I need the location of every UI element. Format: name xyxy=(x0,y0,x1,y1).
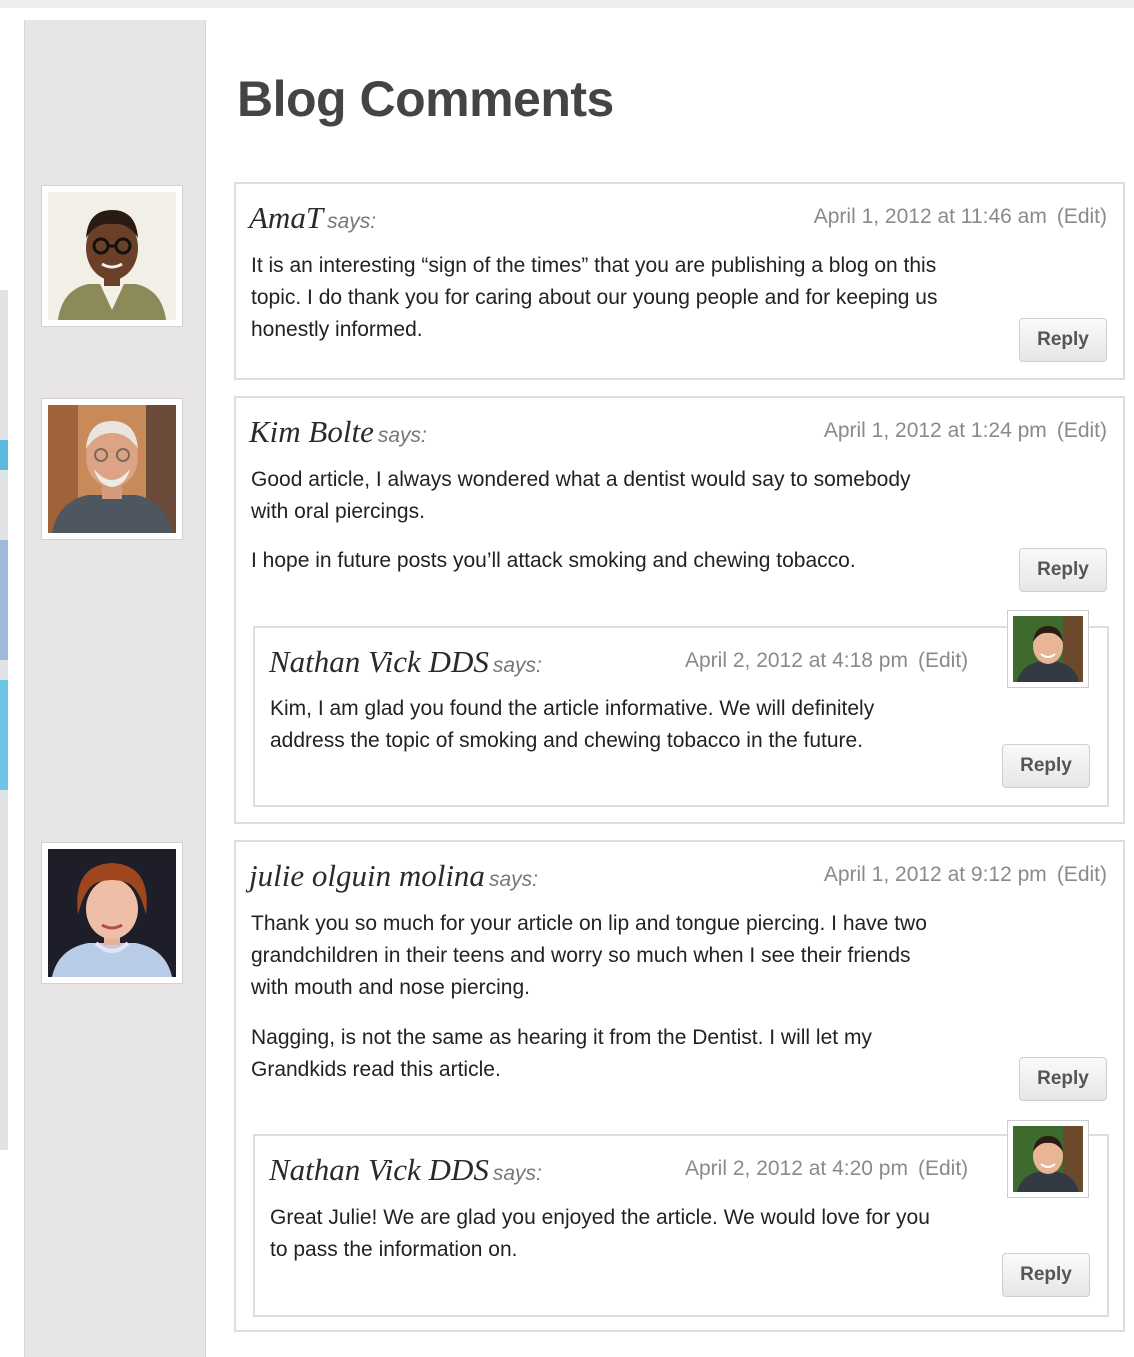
comment-amat: AmaT says: April 1, 2012 at 11:46 am (Edit… xyxy=(234,182,1125,380)
edit-link[interactable]: (Edit) xyxy=(1057,863,1107,886)
reply-comment-nathan-vick: Nathan Vick DDS says: April 2, 2012 at 4:… xyxy=(253,626,1109,807)
reply-button[interactable]: Reply xyxy=(1002,744,1090,788)
avatar-nathan-vick[interactable] xyxy=(1007,610,1089,688)
comment-text: Great Julie! We are glad you enjoyed the… xyxy=(270,1206,930,1261)
comment-timestamp[interactable]: April 1, 2012 at 1:24 pm xyxy=(824,419,1047,442)
comment-julie-olguin-molina: julie olguin molina says: April 1, 2012 a… xyxy=(234,840,1125,1332)
comment-author: julie olguin molina says: xyxy=(249,858,538,893)
comment-author: Nathan Vick DDS says: xyxy=(269,1152,542,1187)
comment-text: Thank you so much for your article on li… xyxy=(251,912,927,999)
reply-button[interactable]: Reply xyxy=(1002,1253,1090,1297)
edit-link[interactable]: (Edit) xyxy=(1057,419,1107,442)
reply-comment-nathan-vick: Nathan Vick DDS says: April 2, 2012 at 4:… xyxy=(253,1134,1109,1317)
edit-link[interactable]: (Edit) xyxy=(918,1157,968,1180)
comment-text: Nagging, is not the same as hearing it f… xyxy=(251,1026,872,1081)
page-title: Blog Comments xyxy=(237,71,614,127)
comment-author: Nathan Vick DDS says: xyxy=(269,644,542,679)
says-label: says: xyxy=(492,1162,542,1185)
comment-date: April 2, 2012 at 4:20 pm (Edit) xyxy=(685,1157,968,1181)
avatar-nathan-vick[interactable] xyxy=(1007,1120,1089,1198)
comment-date: April 2, 2012 at 4:18 pm (Edit) xyxy=(685,649,968,673)
comment-text: I hope in future posts you’ll attack smo… xyxy=(251,549,856,572)
avatar-photo xyxy=(48,849,176,977)
comment-timestamp[interactable]: April 2, 2012 at 4:18 pm xyxy=(685,649,908,672)
background-window-edge xyxy=(0,290,8,1150)
comment-text: It is an interesting “sign of the times”… xyxy=(251,254,938,341)
avatar-photo xyxy=(48,192,176,320)
edit-link[interactable]: (Edit) xyxy=(918,649,968,672)
edit-link[interactable]: (Edit) xyxy=(1057,205,1107,228)
says-label: says: xyxy=(488,868,538,891)
avatar-amat[interactable] xyxy=(41,185,183,327)
comment-timestamp[interactable]: April 1, 2012 at 9:12 pm xyxy=(824,863,1047,886)
top-border xyxy=(0,0,1134,8)
avatar-photo xyxy=(48,405,176,533)
comment-author: AmaT says: xyxy=(249,200,377,235)
avatar-kim-bolte[interactable] xyxy=(41,398,183,540)
reply-button[interactable]: Reply xyxy=(1019,548,1107,592)
avatar-julie-olguin-molina[interactable] xyxy=(41,842,183,984)
comment-text: Kim, I am glad you found the article inf… xyxy=(270,697,875,752)
comment-author: Kim Bolte says: xyxy=(249,414,427,449)
says-label: says: xyxy=(377,424,427,447)
comment-kim-bolte: Kim Bolte says: April 1, 2012 at 1:24 pm (… xyxy=(234,396,1125,824)
comment-date: April 1, 2012 at 9:12 pm (Edit) xyxy=(824,863,1107,887)
comment-text: Good article, I always wondered what a d… xyxy=(251,468,911,523)
avatar-photo xyxy=(1013,1126,1083,1192)
reply-button[interactable]: Reply xyxy=(1019,318,1107,362)
comment-timestamp[interactable]: April 1, 2012 at 11:46 am xyxy=(814,205,1047,228)
says-label: says: xyxy=(327,210,377,233)
says-label: says: xyxy=(492,654,542,677)
avatar-photo xyxy=(1013,616,1083,682)
comment-date: April 1, 2012 at 1:24 pm (Edit) xyxy=(824,419,1107,443)
comment-date: April 1, 2012 at 11:46 am (Edit) xyxy=(814,205,1107,229)
reply-button[interactable]: Reply xyxy=(1019,1057,1107,1101)
comment-timestamp[interactable]: April 2, 2012 at 4:20 pm xyxy=(685,1157,908,1180)
